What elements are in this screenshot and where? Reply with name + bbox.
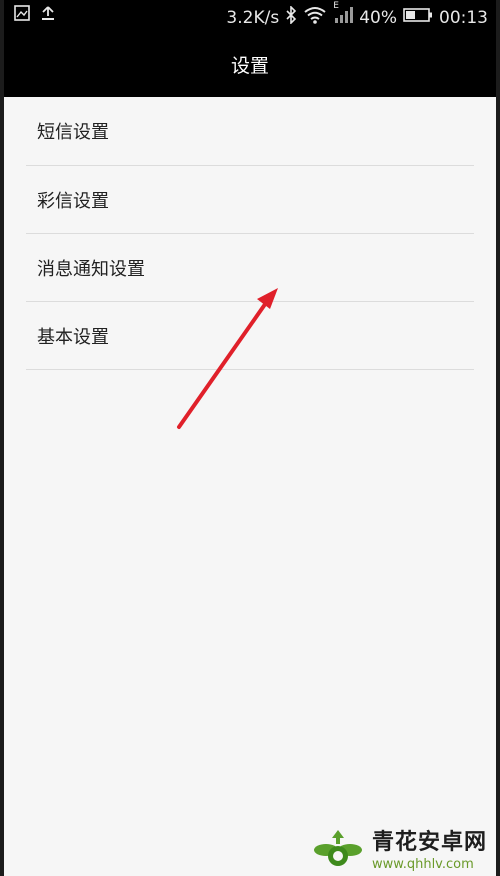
annotation-arrow-shaft: [177, 298, 270, 429]
annotation-arrow: [177, 288, 278, 429]
annotation-arrow-head: [257, 288, 278, 309]
